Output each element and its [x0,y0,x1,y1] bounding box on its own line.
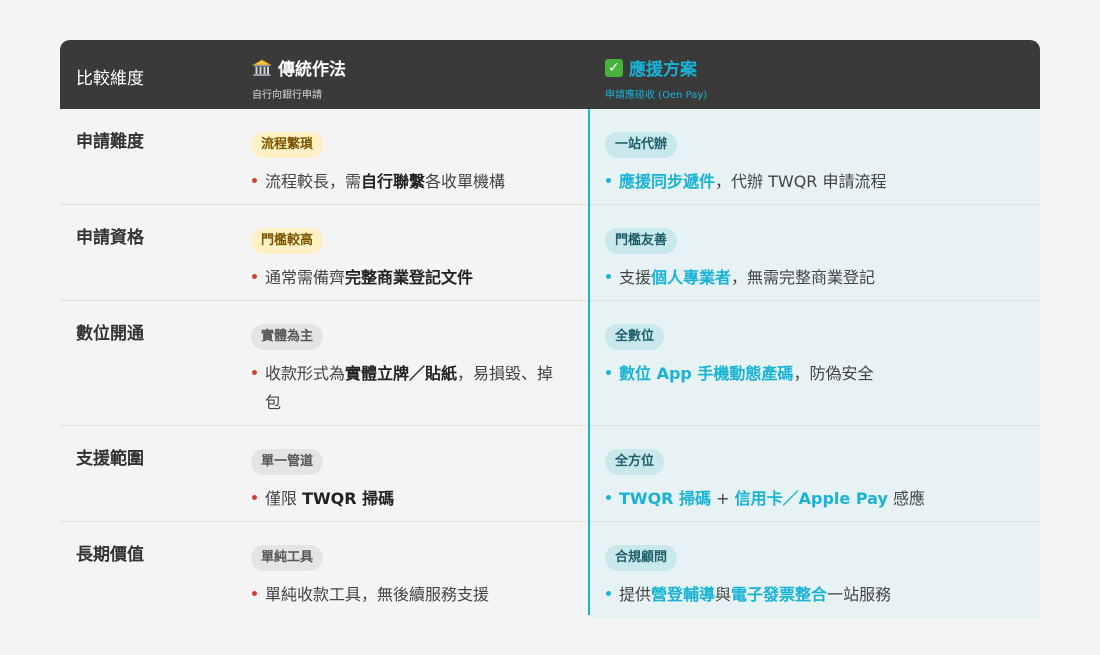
traditional-cell: 門檻較高 通常需備齊完整商業登記文件 [251,228,571,292]
status-badge: 一站代辦 [605,132,678,158]
table-row: 申請難度 流程繁瑣 流程較長，需自行聯繫各收單機構 一站代辦 應援同步遞件，代辦… [60,109,1040,205]
recommended-cell: 全方位 TWQR 掃碼 + 信用卡／Apple Pay 感應 [605,449,1025,513]
check-icon: ✓ [605,58,623,77]
status-badge: 門檻友善 [605,228,678,254]
row-dimension: 數位開通 [76,324,144,344]
bullet-point: 提供營登輔導與電子發票整合一站服務 [605,580,1025,609]
recommended-cell: 一站代辦 應援同步遞件，代辦 TWQR 申請流程 [605,132,1025,196]
status-badge: 全方位 [605,449,665,475]
recommended-cell: 全數位 數位 App 手機動態產碼，防偽安全 [605,324,1025,388]
header-traditional-subtitle: 自行向銀行申請 [252,90,322,101]
status-badge: 合規顧問 [605,545,678,571]
status-badge: 單純工具 [251,545,324,571]
bullet-point: 流程較長，需自行聯繫各收單機構 [251,167,571,196]
status-badge: 單一管道 [251,449,324,475]
table-header: 比較維度 傳統作法 自行向銀行申請 ✓ 應援方案 申請應碰收 (Oen Pay) [60,40,1040,109]
row-dimension: 申請資格 [76,228,144,248]
header-recommended-subtitle: 申請應碰收 (Oen Pay) [605,90,708,101]
traditional-cell: 流程繁瑣 流程較長，需自行聯繫各收單機構 [251,132,571,196]
bullet-point: 通常需備齊完整商業登記文件 [251,263,571,292]
row-dimension: 長期價值 [76,545,144,565]
bullet-point: 單純收款工具，無後續服務支援 [251,580,571,609]
bullet-point: 收款形式為實體立牌／貼紙，易損毀、掉包 [251,359,556,417]
bullet-point: 應援同步遞件，代辦 TWQR 申請流程 [605,167,1025,196]
bullet-point: 數位 App 手機動態產碼，防偽安全 [605,359,1025,388]
row-dimension: 支援範圍 [76,449,144,469]
bullet-point: 僅限 TWQR 掃碼 [251,484,571,513]
traditional-cell: 單一管道 僅限 TWQR 掃碼 [251,449,571,513]
status-badge: 全數位 [605,324,665,350]
bullet-point: 支援個人專業者，無需完整商業登記 [605,263,1025,292]
comparison-table: 比較維度 傳統作法 自行向銀行申請 ✓ 應援方案 申請應碰收 (Oen Pay)… [60,40,1040,618]
bullet-point: TWQR 掃碼 + 信用卡／Apple Pay 感應 [605,484,1025,513]
table-row: 長期價值 單純工具 單純收款工具，無後續服務支援 合規顧問 提供營登輔導與電子發… [60,522,1040,618]
traditional-cell: 實體為主 收款形式為實體立牌／貼紙，易損毀、掉包 [251,324,556,417]
table-body: 申請難度 流程繁瑣 流程較長，需自行聯繫各收單機構 一站代辦 應援同步遞件，代辦… [60,109,1040,618]
bank-icon [252,59,272,76]
table-row: 申請資格 門檻較高 通常需備齊完整商業登記文件 門檻友善 支援個人專業者，無需完… [60,205,1040,301]
table-row: 支援範圍 單一管道 僅限 TWQR 掃碼 全方位 TWQR 掃碼 + 信用卡／A… [60,426,1040,522]
table-row: 數位開通 實體為主 收款形式為實體立牌／貼紙，易損毀、掉包 全數位 數位 App… [60,301,1040,426]
header-traditional-title: 傳統作法 [278,60,346,80]
row-dimension: 申請難度 [76,132,144,152]
status-badge: 門檻較高 [251,228,324,254]
status-badge: 流程繁瑣 [251,132,324,158]
recommended-cell: 門檻友善 支援個人專業者，無需完整商業登記 [605,228,1025,292]
column-divider [588,109,590,615]
recommended-cell: 合規顧問 提供營登輔導與電子發票整合一站服務 [605,545,1025,609]
traditional-cell: 單純工具 單純收款工具，無後續服務支援 [251,545,571,609]
status-badge: 實體為主 [251,324,324,350]
header-recommended-title: 應援方案 [629,60,697,80]
